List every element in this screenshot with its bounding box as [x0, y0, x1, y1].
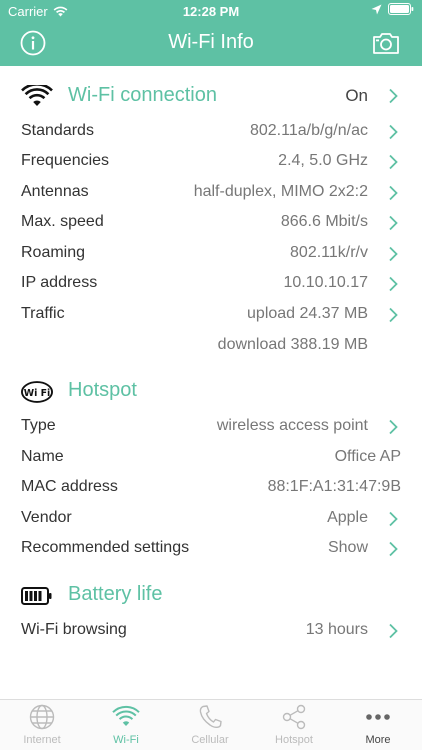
- section-title: Hotspot: [68, 379, 137, 401]
- row-label: Roaming: [21, 244, 86, 261]
- chevron-right-icon: [389, 246, 398, 262]
- share-icon: [282, 704, 306, 730]
- section-hotspot: Wi Fi Hotspot: [0, 372, 422, 412]
- row-ip-address[interactable]: IP address 10.10.10.17: [0, 269, 422, 299]
- chevron-right-icon: [389, 276, 398, 292]
- row-label: Antennas: [21, 183, 89, 200]
- row-type[interactable]: Type wireless access point: [0, 412, 422, 442]
- tab-bar: Internet Wi-Fi Cellular Hotspot More: [0, 699, 422, 750]
- row-roaming[interactable]: Roaming 802.11k/r/v: [0, 239, 422, 269]
- row-label: Traffic: [21, 305, 65, 322]
- row-max-speed[interactable]: Max. speed 866.6 Mbit/s: [0, 208, 422, 238]
- tab-more[interactable]: More: [336, 704, 420, 750]
- location-icon: [371, 4, 382, 14]
- chevron-right-icon: [389, 215, 398, 231]
- row-name: Name Office AP: [0, 443, 422, 473]
- chevron-right-icon: [389, 124, 398, 140]
- row-value: 802.11a/b/g/n/ac: [249, 122, 368, 139]
- app-header: Carrier 12:28 PM Wi-Fi Info: [0, 0, 422, 66]
- tab-label: Wi-Fi: [113, 734, 139, 746]
- row-standards[interactable]: Standards 802.11a/b/g/n/ac: [0, 117, 422, 147]
- row-label: Standards: [21, 122, 94, 139]
- row-value: 13 hours: [305, 621, 368, 638]
- row-value: Office AP: [334, 448, 401, 465]
- row-vendor[interactable]: Vendor Apple: [0, 504, 422, 534]
- chevron-right-icon: [389, 154, 398, 170]
- chevron-right-icon: [389, 541, 398, 557]
- section-title: Wi-Fi connection: [68, 84, 217, 106]
- row-label: Name: [21, 448, 64, 465]
- chevron-right-icon: [389, 419, 398, 435]
- row-label: MAC address: [21, 478, 118, 495]
- row-value: half-duplex, MIMO 2x2:2: [193, 183, 368, 200]
- chevron-right-icon: [389, 307, 398, 323]
- row-label: IP address: [21, 274, 98, 291]
- row-value: 2.4, 5.0 GHz: [278, 152, 368, 169]
- row-traffic[interactable]: Traffic upload 24.37 MB: [0, 300, 422, 330]
- tab-label: More: [365, 734, 391, 746]
- row-antennas[interactable]: Antennas half-duplex, MIMO 2x2:2: [0, 178, 422, 208]
- row-value: 10.10.10.17: [283, 274, 368, 291]
- row-recommended-settings[interactable]: Recommended settings Show: [0, 534, 422, 564]
- chevron-right-icon: [389, 623, 398, 639]
- tab-label: Cellular: [191, 734, 229, 746]
- row-value: Show: [327, 539, 368, 556]
- row-value: 802.11k/r/v: [290, 244, 368, 261]
- row-mac-address: MAC address 88:1F:A1:31:47:9B: [0, 473, 422, 503]
- tab-hotspot[interactable]: Hotspot: [252, 704, 336, 750]
- row-label: Max. speed: [21, 213, 104, 230]
- wifi-logo-text: Wi Fi: [24, 388, 51, 399]
- tab-internet[interactable]: Internet: [0, 704, 84, 750]
- row-label: Frequencies: [21, 152, 110, 169]
- row-label: Wi-Fi browsing: [21, 621, 127, 638]
- nav-bar: Wi-Fi Info: [0, 22, 422, 66]
- globe-icon: [29, 704, 55, 730]
- section-battery-life: Battery life: [0, 576, 422, 616]
- section-wifi-connection[interactable]: Wi-Fi connection On: [0, 77, 422, 117]
- wifi-status-value: On: [345, 86, 368, 105]
- clock: 12:28 PM: [182, 4, 240, 19]
- row-wifi-browsing[interactable]: Wi-Fi browsing 13 hours: [0, 616, 422, 646]
- wifi-logo-icon: Wi Fi: [21, 381, 53, 403]
- chevron-right-icon: [389, 185, 398, 201]
- phone-icon: [199, 705, 222, 729]
- row-traffic-download: download 388.19 MB: [0, 331, 422, 361]
- status-bar: Carrier 12:28 PM: [0, 0, 422, 22]
- section-title: Battery life: [68, 583, 163, 605]
- camera-icon[interactable]: [372, 31, 400, 55]
- row-label: Vendor: [21, 509, 72, 526]
- chevron-right-icon: [389, 511, 398, 527]
- tab-label: Hotspot: [275, 734, 313, 746]
- row-value: Apple: [327, 509, 368, 526]
- row-value: 88:1F:A1:31:47:9B: [267, 478, 401, 495]
- tab-wifi[interactable]: Wi-Fi: [84, 704, 168, 750]
- wifi-icon: [21, 85, 53, 106]
- row-value: wireless access point: [216, 417, 368, 434]
- row-label: Type: [21, 417, 56, 434]
- chevron-right-icon: [389, 88, 398, 104]
- row-label: Recommended settings: [21, 539, 190, 556]
- tab-label: Internet: [23, 734, 61, 746]
- row-value: 866.6 Mbit/s: [280, 213, 368, 230]
- more-icon: [366, 714, 390, 720]
- page-title: Wi-Fi Info: [168, 31, 254, 53]
- tab-cellular[interactable]: Cellular: [168, 704, 252, 750]
- traffic-download-value: download 388.19 MB: [217, 336, 368, 353]
- battery-icon: [21, 587, 52, 605]
- row-frequencies[interactable]: Frequencies 2.4, 5.0 GHz: [0, 147, 422, 177]
- wifi-icon: [112, 705, 140, 726]
- battery-icon: [388, 3, 414, 15]
- traffic-upload-value: upload 24.37 MB: [247, 305, 368, 322]
- status-right: [371, 3, 414, 15]
